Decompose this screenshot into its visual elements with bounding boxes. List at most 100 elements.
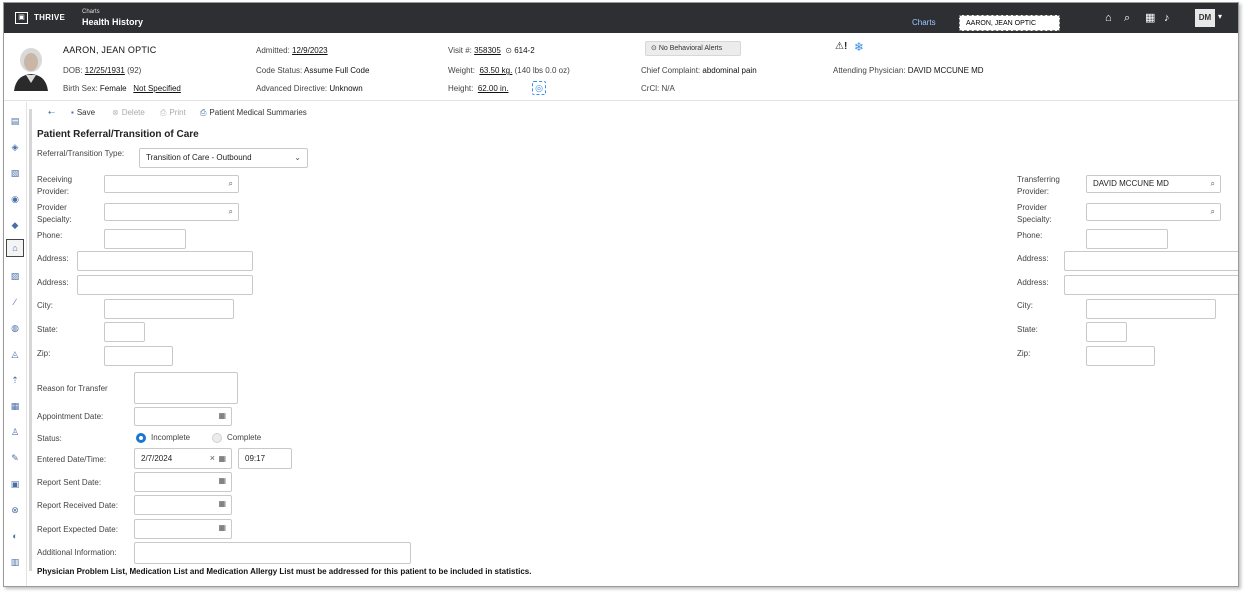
transferring-provider-value: DAVID MCCUNE MD [1093, 179, 1169, 188]
receiving-provider-input[interactable]: ⌕ [104, 175, 239, 193]
chevron-down-icon[interactable]: ▾ [1218, 12, 1222, 21]
back-arrow-icon[interactable]: ⇠ [48, 108, 58, 117]
entered-time-value: 09:17 [245, 454, 266, 463]
upload-icon[interactable]: ⇡ [9, 374, 21, 386]
bell-icon[interactable]: ♪ [1164, 12, 1170, 24]
patient-tab[interactable]: AARON, JEAN OPTIC [959, 15, 1060, 31]
database-icon[interactable]: ▥ [9, 556, 21, 568]
behavioral-alerts-badge[interactable]: ⊙ No Behavioral Alerts [645, 41, 741, 56]
search-icon[interactable]: ⌕ [229, 204, 233, 220]
top-bar: ▣ THRIVE Charts Health History Charts AA… [4, 3, 1238, 33]
calendar-icon[interactable]: ▦ [218, 520, 226, 536]
entered-date-input[interactable]: 2/7/2024 × ▦ [134, 448, 232, 469]
person-icon[interactable]: ♙ [9, 426, 21, 438]
delete-icon: ⊗ [112, 108, 119, 117]
transfer-state-input[interactable] [1086, 322, 1127, 342]
charts-link[interactable]: Charts [912, 18, 936, 27]
delete-button[interactable]: ⊗ Delete [112, 108, 145, 117]
report-received-date-input[interactable]: ▦ [134, 495, 232, 515]
clipboard-icon[interactable]: ▨ [9, 270, 21, 282]
breadcrumb-parent[interactable]: Charts [82, 9, 100, 15]
id-card-icon[interactable]: ▣ [9, 478, 21, 490]
search-icon[interactable]: ⌕ [1124, 12, 1130, 24]
user-avatar[interactable]: DM [1195, 9, 1215, 27]
save-button[interactable]: ▪ Save [71, 108, 95, 117]
status-incomplete-radio[interactable] [136, 433, 146, 443]
warning-icon[interactable]: ⚠! [835, 41, 847, 52]
print-icon: ⎙ [160, 108, 167, 117]
visit-value[interactable]: 358305 [474, 46, 501, 55]
gender-value[interactable]: Not Specified [133, 84, 181, 93]
attending-label: Attending Physician: [833, 66, 906, 75]
status-complete-radio[interactable] [212, 433, 222, 443]
type-select[interactable]: Transition of Care - Outbound ⌄ [139, 148, 308, 168]
panel-divider[interactable] [29, 109, 32, 571]
entered-time-input[interactable]: 09:17 [238, 448, 292, 469]
flask-icon[interactable]: ◬ [9, 348, 21, 360]
report-expected-date-input[interactable]: ▦ [134, 519, 232, 539]
referral-icon[interactable]: ⌂ [6, 239, 24, 257]
growth-chart-icon[interactable]: ◎ [532, 81, 546, 95]
pill-icon[interactable]: ◆ [9, 219, 21, 231]
address-input-1[interactable] [77, 251, 253, 271]
home-icon[interactable]: ⌂ [1105, 12, 1112, 24]
appointment-date-input[interactable]: ▦ [134, 407, 232, 426]
search-icon[interactable]: ⌕ [229, 176, 233, 192]
attending-value: DAVID MCCUNE MD [907, 66, 984, 75]
print-button[interactable]: ⎙ Print [160, 108, 186, 118]
transfer-phone-input[interactable] [1086, 229, 1168, 249]
report-sent-date-input[interactable]: ▦ [134, 472, 232, 492]
earth-icon[interactable]: ◍ [9, 322, 21, 334]
status-complete-label[interactable]: Complete [227, 432, 261, 444]
search-icon[interactable]: ⌕ [1211, 176, 1215, 192]
statistics-footnote: Physician Problem List, Medication List … [37, 567, 532, 576]
transfer-specialty-input[interactable]: ⌕ [1086, 203, 1221, 221]
patient-name: AARON, JEAN OPTIC [63, 45, 157, 55]
height-value[interactable]: 62.00 in. [478, 84, 509, 93]
transfer-address-input-1[interactable] [1064, 251, 1238, 271]
calendar-icon[interactable]: ▦ [9, 400, 21, 412]
globe-icon[interactable]: ◉ [9, 193, 21, 205]
summary-print-icon: ⎙ [200, 108, 207, 117]
chart-icon[interactable]: ◈ [9, 141, 21, 153]
state-input[interactable] [104, 322, 145, 342]
syringe-icon[interactable]: ∕ [9, 296, 21, 308]
calendar-icon[interactable]: ▦ [218, 473, 226, 489]
user-edit-icon[interactable]: ✎ [9, 452, 21, 464]
snowflake-icon[interactable]: ❄ [854, 40, 864, 54]
calendar-icon[interactable]: ▦ [218, 449, 226, 468]
location-pin-icon: ⊙ [505, 46, 512, 55]
chat-icon[interactable]: ◐ [9, 530, 21, 542]
transfer-specialty-label: Provider Specialty: [1017, 203, 1052, 224]
transfer-city-input[interactable] [1086, 299, 1216, 319]
list-icon[interactable]: ▤ [9, 115, 21, 127]
zip-input[interactable] [104, 346, 173, 366]
transfer-address-input-2[interactable] [1064, 275, 1238, 295]
entered-date-value: 2/7/2024 [141, 454, 173, 463]
calendar-icon[interactable]: ▦ [218, 496, 226, 512]
reason-textarea[interactable] [134, 372, 238, 404]
behavioral-alerts-label: No Behavioral Alerts [658, 45, 723, 52]
patient-summaries-button[interactable]: ⎙ Patient Medical Summaries [200, 108, 307, 118]
zip-label: Zip: [37, 349, 51, 358]
clear-icon[interactable]: × [210, 449, 215, 468]
additional-info-input[interactable] [134, 542, 411, 564]
status-incomplete-label[interactable]: Incomplete [151, 432, 190, 444]
phone-input[interactable] [104, 229, 186, 249]
transferring-provider-input[interactable]: DAVID MCCUNE MD ⌕ [1086, 175, 1221, 193]
city-label: City: [37, 301, 53, 310]
transferring-provider-label: Transferring Provider: [1017, 175, 1060, 196]
transfer-zip-input[interactable] [1086, 346, 1155, 366]
admitted-value[interactable]: 12/9/2023 [292, 46, 328, 55]
weight-value[interactable]: 63.50 kg. [479, 66, 512, 75]
search-icon[interactable]: ⌕ [1211, 204, 1215, 220]
address-input-2[interactable] [77, 275, 253, 295]
chief-complaint-label: Chief Complaint: [641, 66, 701, 75]
patient-banner: AARON, JEAN OPTIC DOB: 12/25/1931 (92) B… [4, 33, 1238, 101]
document-icon[interactable]: ▧ [9, 167, 21, 179]
calendar-icon[interactable]: ▦ [218, 408, 226, 424]
city-input[interactable] [104, 299, 234, 319]
tags-icon[interactable]: ⊗ [9, 504, 21, 516]
apps-grid-icon[interactable]: ▦ [1145, 12, 1155, 24]
provider-specialty-input[interactable]: ⌕ [104, 203, 239, 221]
